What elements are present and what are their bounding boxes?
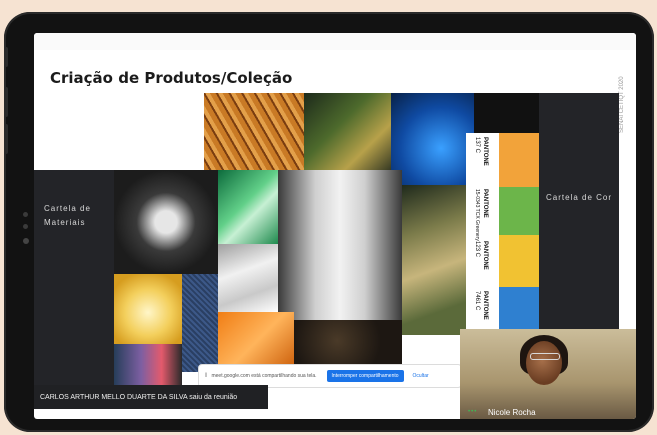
- pantone-label-1: PANTONE: [482, 137, 488, 166]
- pantone-code-2: 15-0343 TCX Greenery: [474, 189, 480, 241]
- green-silk-swatch: [218, 170, 278, 244]
- side-button-bottom: [4, 124, 8, 154]
- zipper-photo: [278, 170, 402, 320]
- color-card-label: Cartela de Cor: [546, 193, 613, 202]
- participant-name: Nicole Rocha: [488, 408, 536, 417]
- leaf-photo-beige: [402, 185, 472, 335]
- pantone-swatch-3: [499, 235, 539, 287]
- yellow-twist-swatch: [114, 274, 182, 344]
- pantone-swatch-1: [499, 133, 539, 187]
- participant-face: [526, 341, 562, 385]
- pantone-label-column: PANTONE 137 C PANTONE 15-0343 TCX Greene…: [466, 133, 499, 335]
- materials-card-label-line2: Materiais: [44, 218, 86, 227]
- denim-swatch: [182, 274, 218, 372]
- share-indicator-icon: ‖: [205, 373, 208, 379]
- stop-sharing-button[interactable]: Interromper compartilhamento: [326, 370, 404, 382]
- pantone-code-3: 123 C: [474, 241, 480, 258]
- participant-left-notification: CARLOS ARTHUR MELLO DUARTE DA SILVA saiu…: [34, 385, 268, 409]
- lace-swatch: [114, 170, 218, 274]
- hide-link[interactable]: Ocultar: [413, 373, 429, 379]
- leaf-photo-orange: [204, 93, 319, 171]
- pantone-label-4: PANTONE: [482, 291, 488, 320]
- pantone-swatch-4: [499, 287, 539, 335]
- camera-dot: [23, 224, 28, 229]
- orange-fabric-swatch: [218, 312, 294, 372]
- side-button-top: [4, 47, 8, 67]
- pantone-label-3: PANTONE: [482, 241, 488, 270]
- side-button-middle: [4, 87, 8, 117]
- slide-top-bar: [34, 33, 636, 50]
- white-fabric-swatch: [218, 244, 278, 312]
- slide-title: Criação de Produtos/Coleção: [50, 69, 293, 87]
- pantone-code-4: 7461 C: [474, 291, 480, 311]
- participant-glasses: [530, 353, 560, 360]
- slide-side-label: SENAI CETIQT 2020: [619, 76, 625, 133]
- camera-dot: [23, 212, 28, 217]
- materials-card-label-line1: Cartela de: [44, 204, 91, 213]
- pantone-code-1: 137 C: [474, 137, 480, 154]
- pantone-label-2: PANTONE: [482, 189, 488, 218]
- pantone-swatch-2: [499, 187, 539, 235]
- leaf-photo-green: [304, 93, 394, 171]
- participant-video-tile[interactable]: ••• Nicole Rocha: [460, 329, 636, 419]
- camera-dot: [23, 238, 29, 244]
- shared-screen: Criação de Produtos/Coleção SENAI CETIQT…: [34, 33, 636, 419]
- floral-swatch: [114, 344, 182, 386]
- materials-card: Cartela de Materiais: [34, 170, 114, 386]
- audio-indicator-icon: •••: [468, 409, 478, 415]
- color-card: Cartela de Cor: [539, 93, 619, 335]
- share-message: meet.google.com está compartilhando sua …: [211, 373, 317, 379]
